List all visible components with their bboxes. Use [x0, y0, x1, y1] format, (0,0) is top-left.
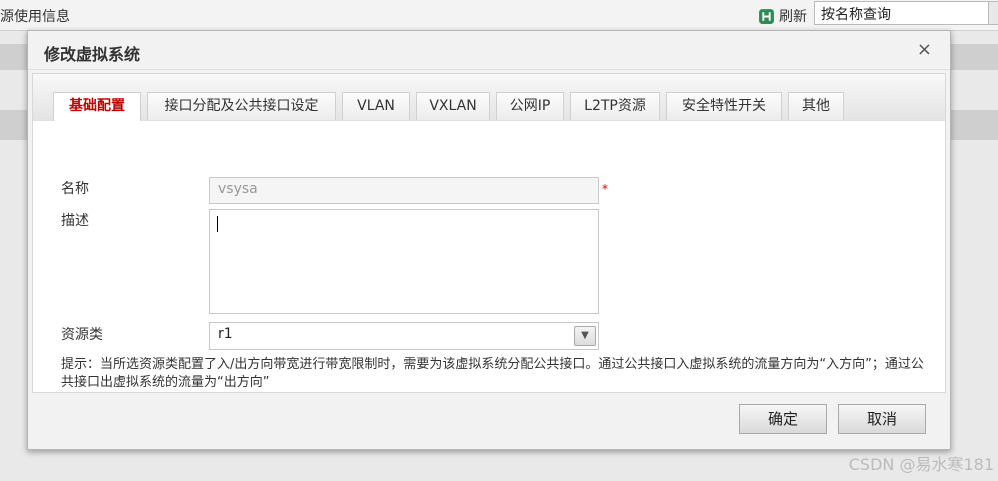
name-field[interactable]: vsysa [209, 177, 599, 204]
edit-vsys-dialog: 修改虚拟系统 × 基础配置 接口分配及公共接口设定 VLAN VXLAN 公网I… [27, 30, 951, 450]
tab-public-ip[interactable]: 公网IP [496, 92, 564, 120]
tab-security-switches[interactable]: 安全特性开关 [666, 92, 782, 120]
text-caret [217, 216, 218, 232]
refresh-label: 刷新 [779, 9, 807, 25]
name-label: 名称 [61, 181, 89, 197]
description-label: 描述 [61, 213, 89, 229]
hint-text: 提示：当所选资源类配置了入/出方向带宽进行带宽限制时，需要为该虚拟系统分配公共接… [61, 357, 924, 390]
required-mark: * [602, 182, 608, 196]
watermark: CSDN @易水寒181 [848, 455, 994, 474]
resource-class-select[interactable]: r1 [209, 322, 599, 350]
page-title-fragment: 源使用信息 [0, 9, 70, 25]
search-input[interactable]: 按名称查询 [814, 1, 990, 25]
description-field[interactable] [209, 209, 599, 314]
close-icon[interactable]: × [917, 39, 932, 60]
tab-interface-assignment[interactable]: 接口分配及公共接口设定 [147, 92, 336, 120]
tab-vlan[interactable]: VLAN [342, 92, 410, 120]
refresh-button[interactable]: 刷新 [758, 6, 807, 26]
refresh-icon [759, 8, 774, 24]
dialog-header: 修改虚拟系统 × [28, 31, 950, 70]
resource-class-label: 资源类 [61, 327, 103, 343]
search-dropdown-button[interactable] [988, 1, 998, 25]
tab-basic-config[interactable]: 基础配置 [53, 92, 141, 121]
ok-button[interactable]: 确定 [739, 404, 827, 434]
cancel-button[interactable]: 取消 [838, 404, 926, 434]
tab-l2tp-resource[interactable]: L2TP资源 [570, 92, 660, 120]
top-toolbar: 源使用信息 刷新 按名称查询 [0, 0, 998, 31]
tab-vxlan[interactable]: VXLAN [416, 92, 490, 120]
tab-other[interactable]: 其他 [788, 92, 844, 120]
tab-bar: 基础配置 接口分配及公共接口设定 VLAN VXLAN 公网IP L2TP资源 … [33, 74, 945, 121]
dialog-title: 修改虚拟系统 [44, 45, 141, 64]
dialog-body: 基础配置 接口分配及公共接口设定 VLAN VXLAN 公网IP L2TP资源 … [32, 73, 946, 393]
chevron-down-icon[interactable]: ▼ [574, 326, 596, 346]
